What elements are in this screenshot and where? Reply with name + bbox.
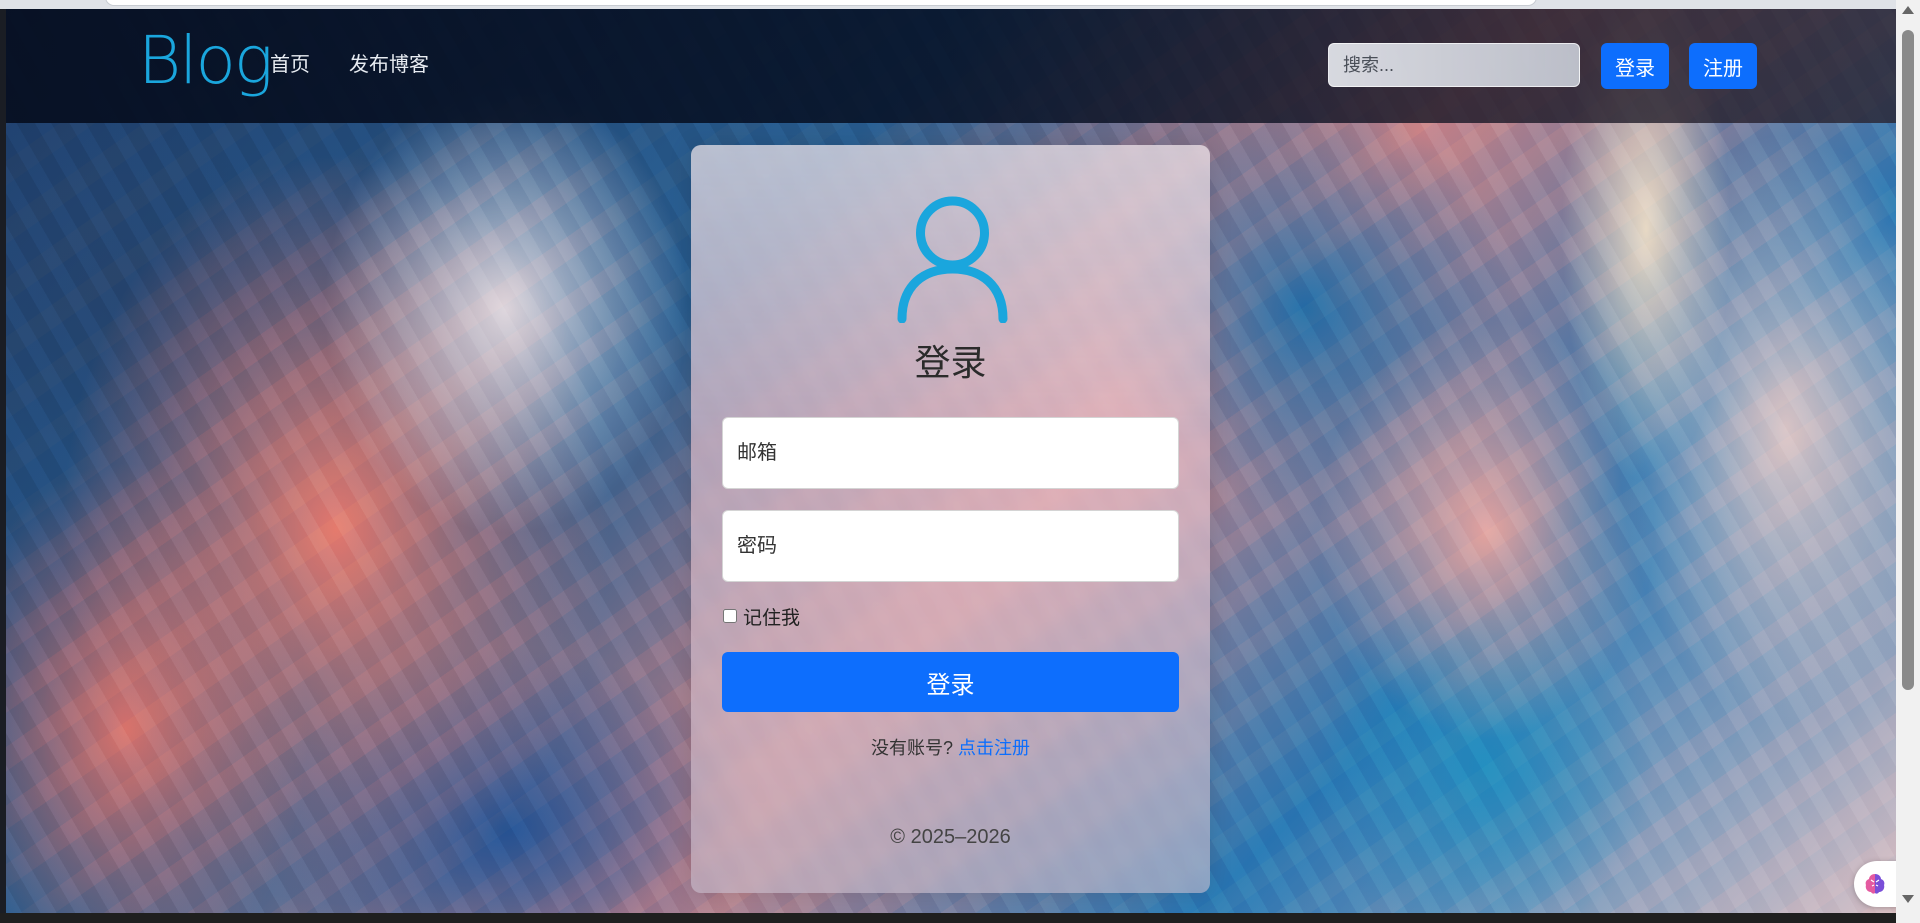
login-title: 登录 bbox=[914, 342, 987, 383]
remember-me[interactable]: 记住我 bbox=[723, 604, 801, 629]
nav-link-publish[interactable]: 发布博客 bbox=[349, 53, 429, 77]
email-field[interactable] bbox=[722, 417, 1179, 489]
scroll-down-arrow-icon[interactable] bbox=[1902, 895, 1914, 903]
nav-register-button[interactable]: 注册 bbox=[1689, 43, 1757, 89]
search-input[interactable] bbox=[1328, 43, 1580, 87]
navbar: Blog 首页 发布博客 登录 注册 bbox=[6, 9, 1896, 123]
login-submit-button[interactable]: 登录 bbox=[722, 652, 1179, 712]
nav-link-home[interactable]: 首页 bbox=[270, 53, 310, 77]
page-scrollbar[interactable] bbox=[1896, 0, 1920, 923]
remember-label: 记住我 bbox=[743, 607, 801, 629]
page-viewport: Blog 首页 发布博客 登录 注册 登录 记住我 登录 没有账号? 点击注册 … bbox=[6, 9, 1896, 913]
nav-login-button[interactable]: 登录 bbox=[1601, 43, 1669, 89]
signup-prompt: 没有账号? 点击注册 bbox=[691, 736, 1210, 760]
brand-logo[interactable]: Blog bbox=[138, 21, 274, 101]
bottom-strip bbox=[0, 913, 1896, 923]
scroll-thumb[interactable] bbox=[1902, 30, 1914, 690]
address-bar[interactable] bbox=[105, 0, 1537, 6]
assistant-button[interactable] bbox=[1854, 861, 1896, 907]
copyright-text: © 2025–2026 bbox=[890, 826, 1011, 848]
signup-link[interactable]: 点击注册 bbox=[958, 738, 1030, 758]
no-account-text: 没有账号? bbox=[870, 738, 953, 758]
scroll-up-arrow-icon[interactable] bbox=[1902, 6, 1914, 14]
brain-icon bbox=[1865, 874, 1885, 894]
user-icon bbox=[897, 196, 1008, 323]
password-field[interactable] bbox=[722, 510, 1179, 582]
browser-address-strip bbox=[0, 0, 1896, 9]
login-card: 登录 记住我 登录 没有账号? 点击注册 © 2025–2026 bbox=[691, 145, 1210, 893]
remember-checkbox[interactable] bbox=[723, 609, 737, 623]
